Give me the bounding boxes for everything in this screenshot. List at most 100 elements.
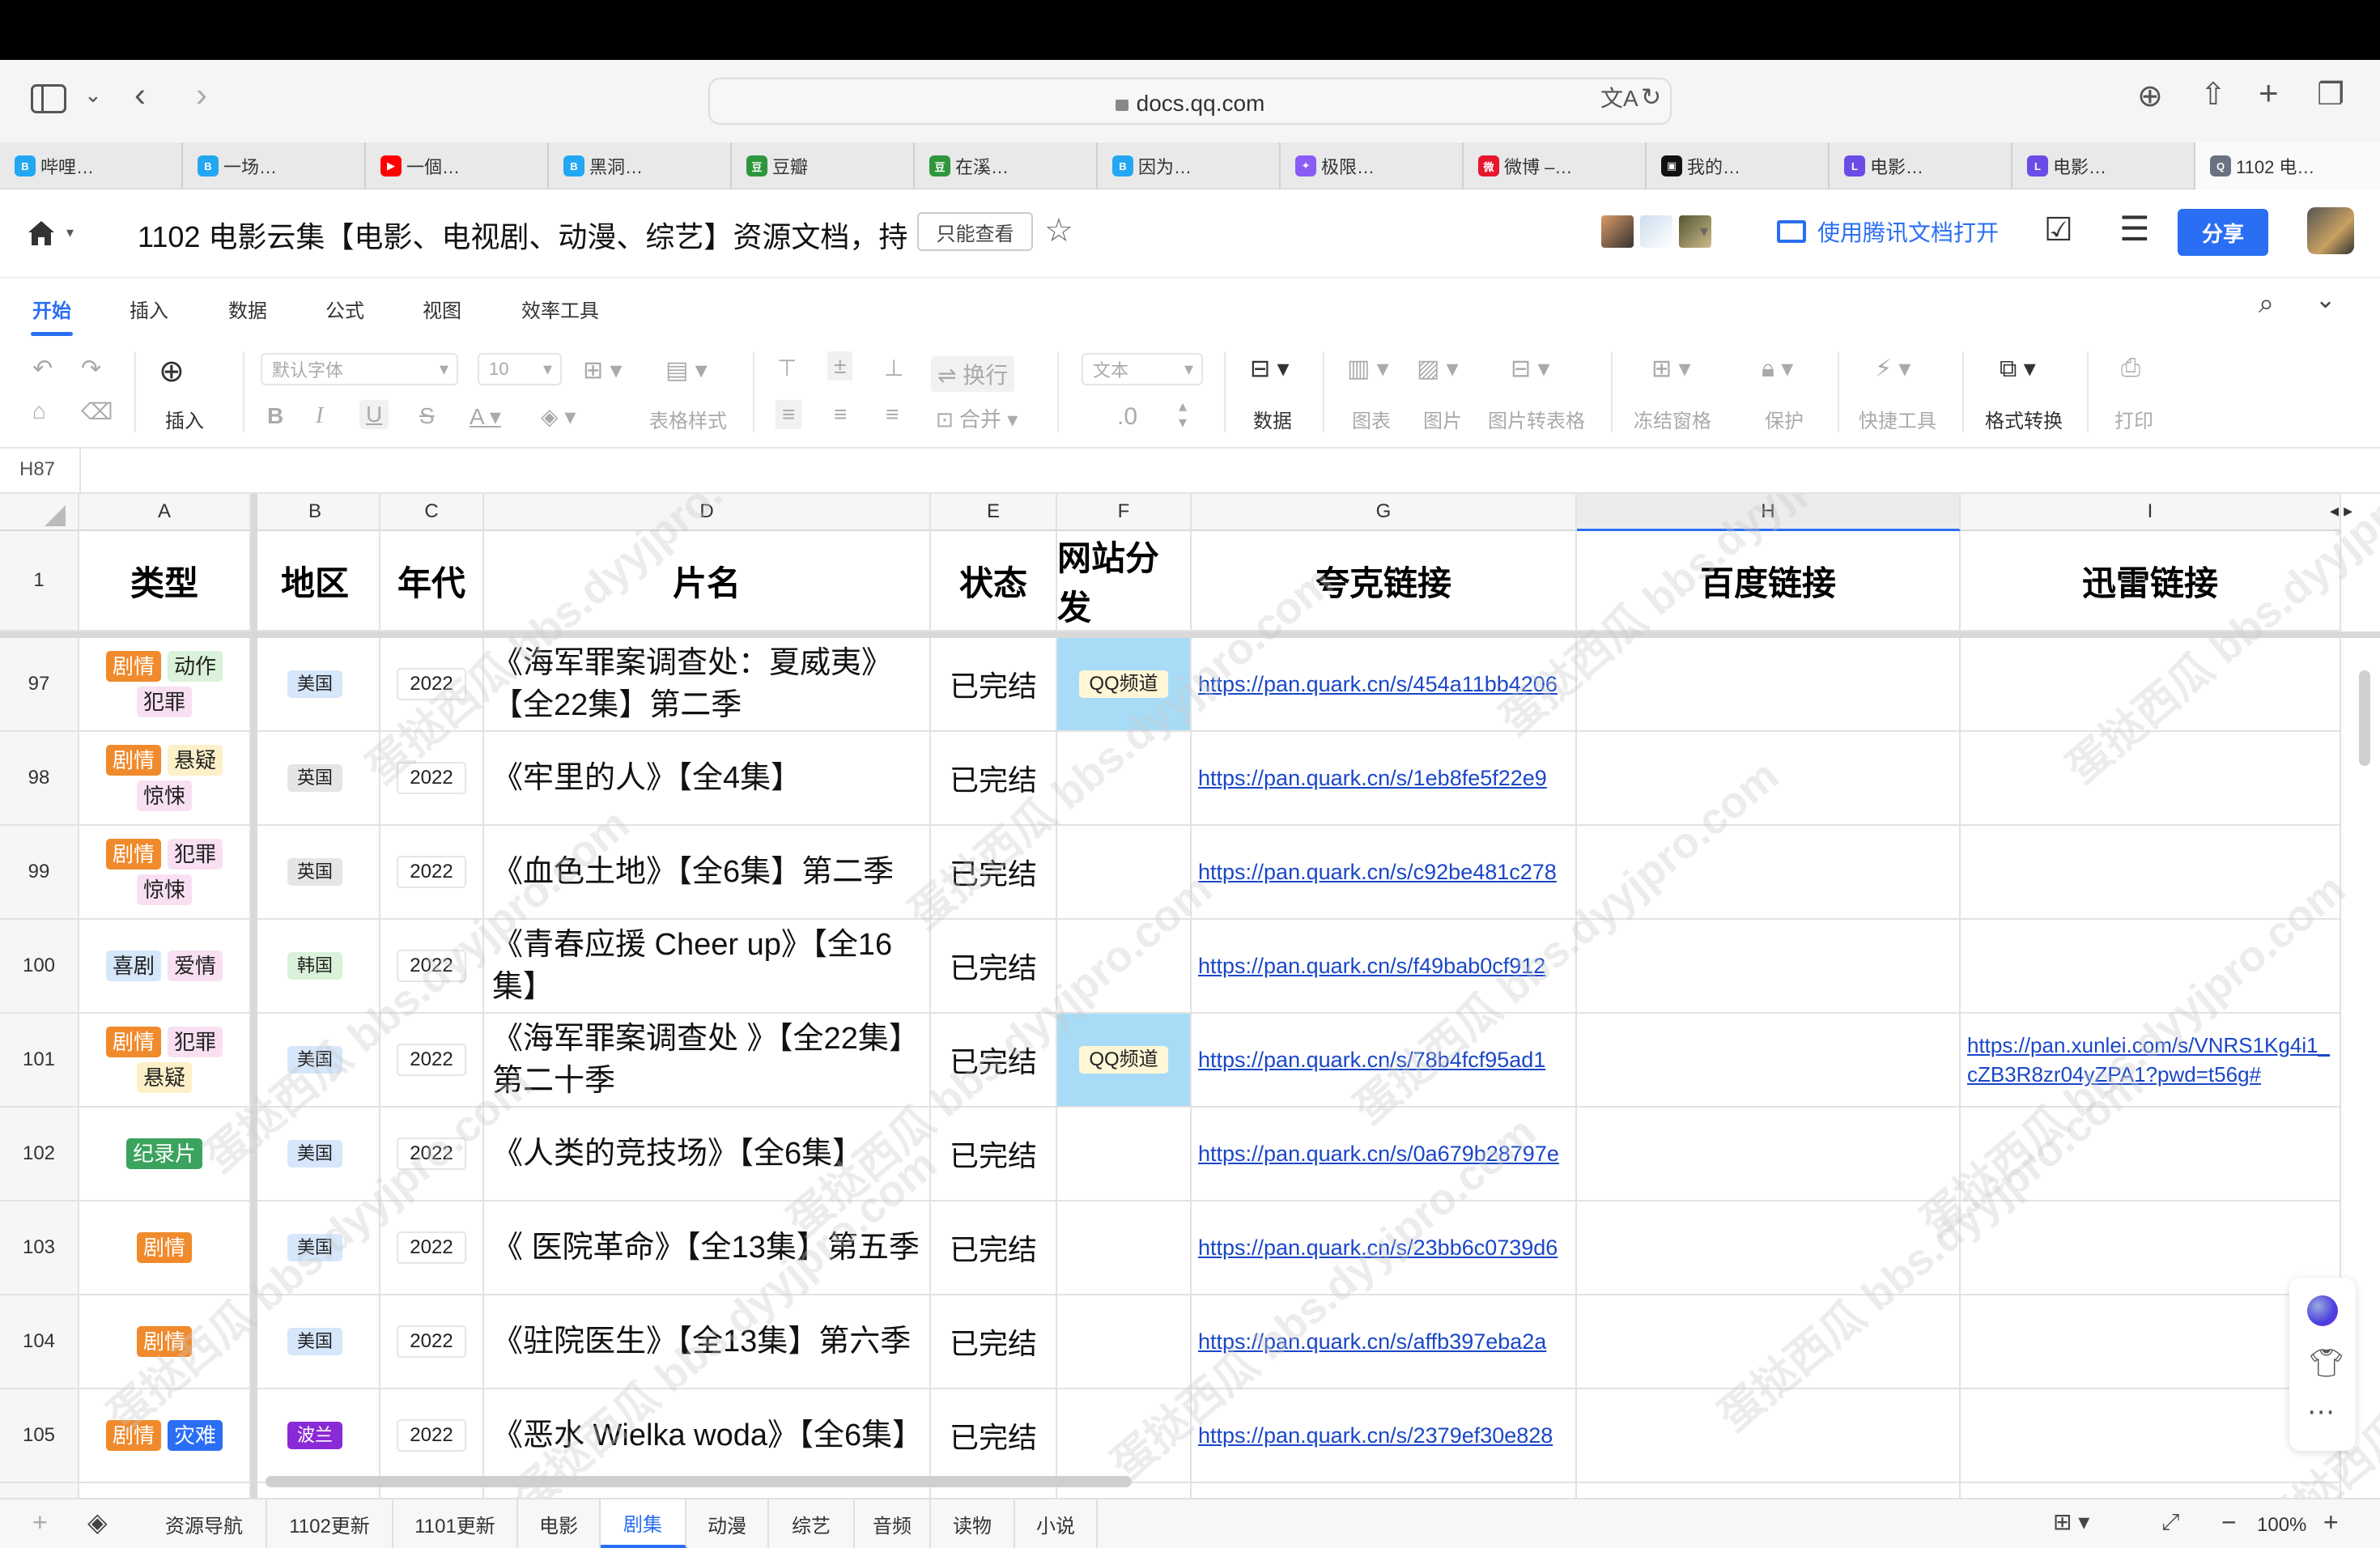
tab-efficiency-tools[interactable]: 效率工具 <box>521 295 599 323</box>
year-cell[interactable]: 2022 <box>380 920 484 1014</box>
type-cell[interactable]: 剧情 动作 犯罪 <box>79 638 251 732</box>
header-cell[interactable]: 夸克链接 <box>1192 531 1577 632</box>
sheet-tab[interactable]: 综艺 <box>769 1499 855 1548</box>
row-number[interactable]: 101 <box>0 1014 79 1108</box>
status-cell[interactable]: 已完结 <box>931 732 1057 826</box>
column-header[interactable]: A <box>79 494 251 531</box>
fullscreen-icon[interactable]: ⤢ <box>2161 1511 2179 1533</box>
region-cell[interactable]: 美国 <box>251 1014 380 1108</box>
type-cell[interactable]: 纪录片 <box>79 1108 251 1201</box>
zoom-in-icon[interactable]: + <box>2323 1509 2339 1535</box>
forward-icon[interactable]: › <box>196 78 207 112</box>
share-button[interactable]: 分享 <box>2178 209 2268 256</box>
title-cell[interactable]: 《血色土地》【全6集】第二季 <box>484 826 931 920</box>
quark-link-cell[interactable]: https://pan.quark.cn/s/454a11bb4206 <box>1192 638 1577 732</box>
italic-icon[interactable]: I <box>316 403 323 429</box>
row-number[interactable]: 105 <box>0 1389 79 1483</box>
vertical-scrollbar[interactable] <box>2359 670 2370 766</box>
zoom-out-icon[interactable]: − <box>2221 1509 2237 1535</box>
header-cell[interactable]: 类型 <box>79 531 251 632</box>
quark-link[interactable]: https://pan.quark.cn/s/78b4fcf95ad1 <box>1198 1048 1545 1073</box>
title-cell[interactable]: 《人类的竞技场》【全6集】 <box>484 1108 931 1201</box>
xunlei-link-cell[interactable]: https://pan.xunlei.com/s/VNRS1Kg4i1_cZB3… <box>1961 1014 2341 1108</box>
avatar[interactable] <box>1601 215 1634 248</box>
edit-check-icon[interactable]: ☑ <box>2044 214 2073 246</box>
title-cell[interactable]: 《青春应援 Cheer up》【全16集】 <box>484 920 931 1014</box>
sheet-tab[interactable]: 剧集 <box>601 1499 686 1548</box>
font-size-select[interactable]: 10 ▾ <box>478 353 562 385</box>
star-icon[interactable]: ☆ <box>1044 212 1073 249</box>
baidu-link-cell[interactable] <box>1577 1108 1961 1201</box>
row-number[interactable]: 97 <box>0 638 79 732</box>
quark-link-cell[interactable]: https://pan.quark.cn/s/f49bab0cf912 <box>1192 920 1577 1014</box>
row-number[interactable]: 103 <box>0 1201 79 1295</box>
browser-tab[interactable]: B 哔哩… <box>0 142 183 189</box>
browser-tab[interactable]: L 电影… <box>2012 142 2195 189</box>
new-tab-icon[interactable]: + <box>2259 76 2279 110</box>
image-label[interactable]: 图片 <box>1423 405 1462 433</box>
type-cell[interactable]: 剧情 <box>79 1201 251 1295</box>
header-cell[interactable]: 年代 <box>380 531 484 632</box>
site-cell[interactable]: QQ频道 <box>1057 1014 1192 1108</box>
tab-insert[interactable]: 插入 <box>130 295 168 323</box>
chart-icon[interactable]: ▥ ▾ <box>1347 355 1389 383</box>
redo-icon[interactable]: ↷ <box>81 355 101 383</box>
column-header[interactable]: E <box>931 494 1057 531</box>
sheet-tab[interactable]: 动漫 <box>686 1499 769 1548</box>
xunlei-link-cell[interactable] <box>1961 732 2341 826</box>
xunlei-link-cell[interactable] <box>1961 638 2341 732</box>
xunlei-link-cell[interactable] <box>1961 1108 2341 1201</box>
xunlei-link-cell[interactable] <box>1961 920 2341 1014</box>
region-cell[interactable]: 美国 <box>251 1201 380 1295</box>
sheet-tab[interactable]: 电影 <box>518 1499 601 1548</box>
type-cell[interactable]: 剧情 <box>79 1295 251 1389</box>
align-middle-icon[interactable]: ± <box>827 351 853 381</box>
align-left-icon[interactable]: ≡ <box>776 400 802 429</box>
xunlei-link-cell[interactable] <box>1961 1483 2341 1498</box>
lock-icon[interactable]: 🔒︎ ▾ <box>1762 355 1793 383</box>
print-icon[interactable]: ⎙ <box>2121 355 2140 382</box>
baidu-link-cell[interactable] <box>1577 1201 1961 1295</box>
baidu-link-cell[interactable] <box>1577 826 1961 920</box>
decimal-stepper-icon[interactable]: ▴ ▾ <box>1179 398 1187 431</box>
region-cell[interactable]: 英国 <box>251 826 380 920</box>
xunlei-link-cell[interactable] <box>1961 1295 2341 1389</box>
column-header[interactable]: D <box>484 494 931 531</box>
quark-link-cell[interactable]: https://pan.quark.cn/s/23bb6c0739d6 <box>1192 1201 1577 1295</box>
spreadsheet-grid[interactable]: A B C D E F G H I 1 类型 地区 年代 片名 状态 网站分发 夸克链接 百度链接 迅雷链接 97 剧情… <box>0 494 2380 1498</box>
column-header[interactable]: I <box>1961 494 2341 531</box>
browser-tab[interactable]: B 黑洞… <box>549 142 732 189</box>
frozen-row-divider[interactable] <box>0 632 2380 638</box>
shirt-icon[interactable]: 👕︎ <box>2309 1347 2344 1380</box>
title-cell[interactable]: 《 医院革命》【全13集】第五季 <box>484 1201 931 1295</box>
image-icon[interactable]: ▨ ▾ <box>1417 355 1459 383</box>
header-cell[interactable]: 百度链接 <box>1577 531 1961 632</box>
sheet-list-icon[interactable]: ◈ <box>87 1509 108 1535</box>
quark-link-cell[interactable]: https://pan.quark.cn/s/78b4fcf95ad1 <box>1192 1014 1577 1108</box>
reload-icon[interactable]: ↻ <box>1641 86 1661 110</box>
quark-link[interactable]: https://pan.quark.cn/s/1eb8fe5f22e9 <box>1198 766 1547 791</box>
font-family-select[interactable]: 默认字体 ▾ <box>261 353 458 385</box>
wrap-text-button[interactable]: ⇌ 换行 <box>931 356 1015 392</box>
row-number[interactable]: 106 <box>0 1483 79 1498</box>
quark-link-cell[interactable]: https://pan.quark.cn/s/2379ef30e828 <box>1192 1389 1577 1483</box>
site-cell[interactable] <box>1057 826 1192 920</box>
open-in-tencent-docs-button[interactable]: 使用腾讯文档打开 <box>1777 215 1999 248</box>
tab-view[interactable]: 视图 <box>423 295 461 323</box>
insert-label[interactable]: 插入 <box>165 405 204 433</box>
row-number[interactable]: 104 <box>0 1295 79 1389</box>
tab-data[interactable]: 数据 <box>228 295 267 323</box>
quark-link-cell[interactable]: https://pan.quark.cn/s/ <box>1192 1483 1577 1498</box>
status-cell[interactable]: 已完结 <box>931 1389 1057 1483</box>
site-cell[interactable] <box>1057 732 1192 826</box>
quark-link[interactable]: https://pan.quark.cn/s/affb397eba2a <box>1198 1329 1546 1354</box>
title-cell[interactable]: 《海军罪案调查处 》【全22集】第二十季 <box>484 1014 931 1108</box>
sheet-tab[interactable]: 读物 <box>931 1499 1015 1548</box>
header-cell[interactable]: 网站分发 <box>1057 531 1192 632</box>
title-cell[interactable]: 《海军罪案调查处：夏威夷》【全22集】第二季 <box>484 638 931 732</box>
region-cell[interactable]: 美国 <box>251 638 380 732</box>
browser-tab[interactable]: 微微博 –… <box>1464 142 1647 189</box>
tab-overview-icon[interactable]: ❐ <box>2317 79 2344 110</box>
format-convert-label[interactable]: 格式转换 <box>1985 405 2063 433</box>
print-label[interactable]: 打印 <box>2114 405 2153 433</box>
